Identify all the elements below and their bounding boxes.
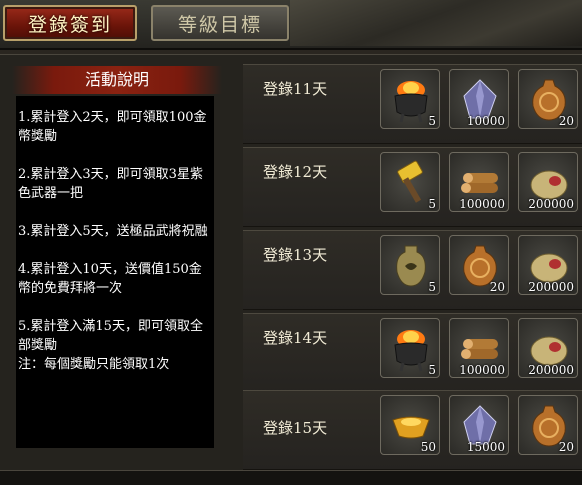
info-title: 活動說明 [12,66,222,94]
reward-day-label: 登錄15天 [263,419,328,437]
reward-quantity: 100000 [459,363,505,377]
reward-row: 登錄11天 5 10000 20 [243,64,582,144]
reward-quantity: 10000 [466,114,505,128]
reward-quantity: 5 [428,363,436,377]
reward-quantity: 20 [558,114,574,128]
reward-day-label: 登錄13天 [263,246,328,264]
info-line: 5.累計登入滿15天，即可領取全部獎勵 [18,319,203,353]
reward-row: 登錄13天 5 20 200000 [243,230,582,310]
reward-slot[interactable]: 50 [380,395,440,455]
reward-quantity: 5 [428,197,436,211]
reward-slot[interactable]: 200000 [518,318,578,378]
reward-slot[interactable]: 20 [518,69,578,129]
reward-day-label: 登錄11天 [263,80,328,98]
reward-slot[interactable]: 200000 [518,235,578,295]
reward-row: 登錄15天 50 15000 20 [243,390,582,470]
reward-quantity: 5 [428,114,436,128]
reward-quantity: 5 [428,280,436,294]
tab-login-checkin[interactable]: 登錄簽到 [3,5,137,41]
reward-slot[interactable]: 20 [518,395,578,455]
reward-row: 登錄14天 5 100000 200000 [243,313,582,393]
reward-slot[interactable]: 5 [380,318,440,378]
reward-quantity: 100000 [459,197,505,211]
reward-slot[interactable]: 100000 [449,318,509,378]
reward-quantity: 20 [558,440,574,454]
reward-slot[interactable]: 10000 [449,69,509,129]
info-line: 注：每個獎勵只能領取1次 [18,357,170,372]
info-line: 4.累計登入10天，送價值150金幣的免費拜將一次 [18,262,202,296]
reward-slot[interactable]: 20 [449,235,509,295]
reward-slot[interactable]: 5 [380,69,440,129]
reward-slot[interactable]: 200000 [518,152,578,212]
reward-day-label: 登錄14天 [263,329,328,347]
reward-quantity: 15000 [466,440,505,454]
info-line: 1.累計登入2天，即可領取100金幣獎勵 [18,110,207,144]
reward-day-label: 登錄12天 [263,163,328,181]
reward-slot[interactable]: 100000 [449,152,509,212]
info-line: 3.累計登入5天，送極品武將祝融 [18,224,208,239]
tab-level-goals[interactable]: 等級目標 [151,5,289,41]
bottom-bar [0,470,582,485]
reward-slot[interactable]: 5 [380,235,440,295]
reward-quantity: 200000 [528,197,574,211]
reward-quantity: 200000 [528,280,574,294]
reward-quantity: 200000 [528,363,574,377]
scenery-background [290,0,582,46]
reward-slot[interactable]: 15000 [449,395,509,455]
reward-row: 登錄12天 5 100000 200000 [243,147,582,227]
info-text: 1.累計登入2天，即可領取100金幣獎勵 2.累計登入3天，即可領取3星紫色武器… [16,96,214,448]
reward-quantity: 20 [489,280,505,294]
reward-quantity: 50 [420,440,436,454]
reward-slot[interactable]: 5 [380,152,440,212]
info-line: 2.累計登入3天，即可領取3星紫色武器一把 [18,167,203,201]
